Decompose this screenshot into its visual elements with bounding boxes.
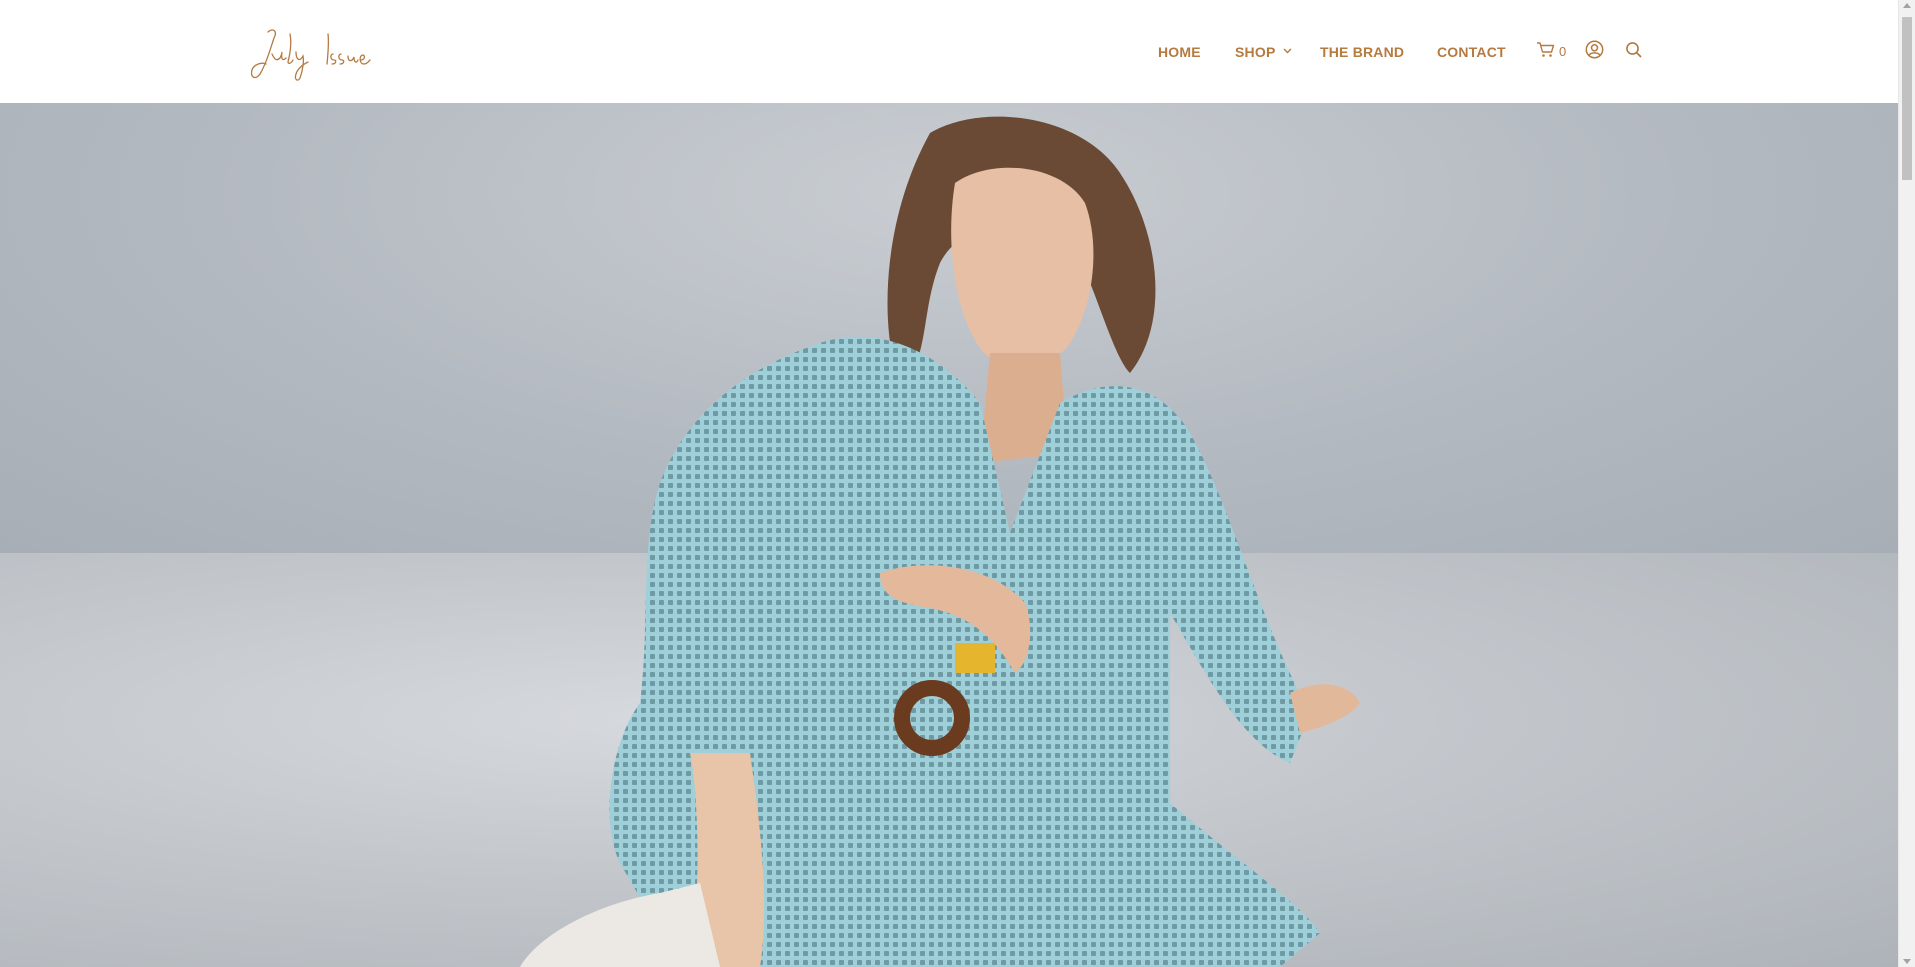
scroll-up-icon[interactable] (1903, 3, 1911, 8)
chevron-down-icon (1283, 41, 1292, 57)
brand-logo[interactable] (248, 24, 373, 86)
search-button[interactable] (1625, 41, 1642, 63)
shopping-cart-icon (1536, 41, 1555, 63)
nav-the-brand[interactable]: THE BRAND (1320, 44, 1404, 60)
site-header: HOME SHOP THE BRAND CONTACT 0 (0, 0, 1898, 103)
nav-shop[interactable]: SHOP (1235, 44, 1292, 60)
account-button[interactable] (1585, 40, 1604, 64)
cart-count: 0 (1559, 44, 1567, 59)
cart-button[interactable]: 0 (1536, 41, 1566, 63)
nav-contact[interactable]: CONTACT (1437, 44, 1506, 60)
hero-banner-image (0, 103, 1898, 967)
nav-shop-label: SHOP (1235, 43, 1276, 60)
search-icon (1625, 41, 1642, 63)
scrollbar-thumb[interactable] (1902, 17, 1912, 180)
page-scrollbar[interactable] (1898, 0, 1915, 967)
user-circle-icon (1585, 40, 1604, 64)
scroll-down-icon[interactable] (1903, 959, 1911, 964)
nav-home[interactable]: HOME (1158, 44, 1201, 60)
logo-signature-icon (250, 29, 371, 81)
model-photo (520, 116, 1360, 967)
